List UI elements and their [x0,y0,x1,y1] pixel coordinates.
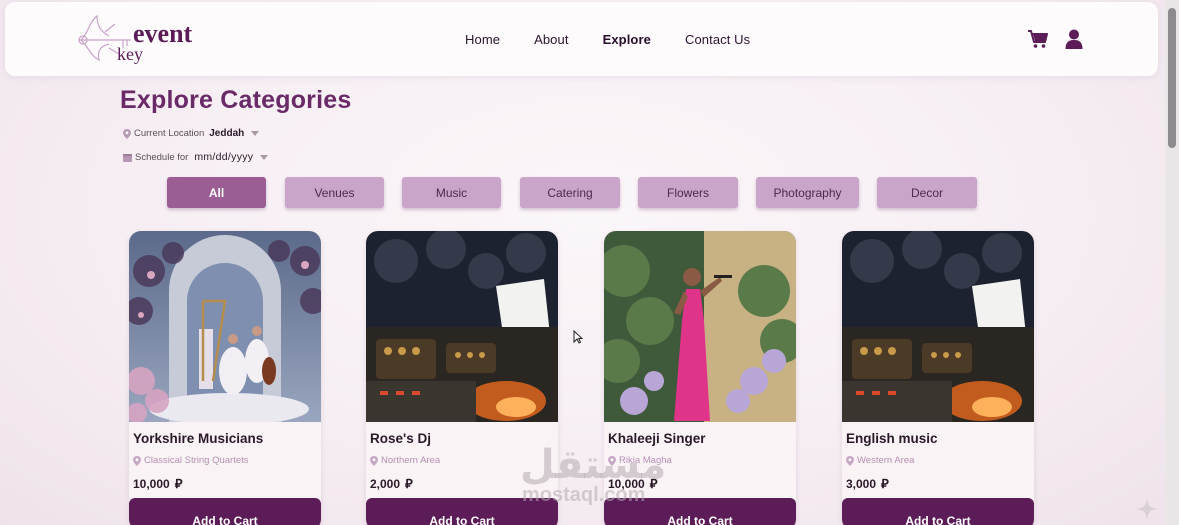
tab-all[interactable]: All [167,177,266,208]
schedule-label: Schedule for [135,151,189,163]
tab-photography[interactable]: Photography [756,177,859,208]
schedule-date-value[interactable]: mm/dd/yyyy [194,151,253,163]
category-tabs: All Venues Music Catering Flowers Photog… [0,177,1179,209]
card-area: Western Area [846,455,914,466]
card-price: 3,000 ⃁ [846,475,889,492]
header-actions [1027,28,1085,50]
nav-home[interactable]: Home [465,32,500,47]
location-pin-icon [370,455,378,466]
add-to-cart-button[interactable]: Add to Cart [842,498,1034,525]
card-area: Northern Area [370,455,440,466]
cart-icon[interactable] [1027,28,1049,50]
string-quartet-photo [129,231,321,422]
dj-mixer-photo [842,231,1034,422]
location-pin-icon [133,455,141,466]
card-price-value: 2,000 [370,476,401,491]
nav-explore[interactable]: Explore [603,32,651,47]
page-scrollbar[interactable] [1165,0,1179,525]
card-price: 2,000 ⃁ [370,475,413,492]
card-area-text: Classical String Quartets [144,455,249,466]
card-area: Classical String Quartets [133,455,249,466]
page-title: Explore Categories [120,86,352,114]
chevron-down-icon [251,131,260,136]
calendar-icon [123,153,132,162]
location-pin-icon [846,455,854,466]
riyal-currency-icon: ⃁ [405,476,413,491]
tab-venues[interactable]: Venues [285,177,384,208]
location-pin-icon [123,128,131,139]
tab-catering[interactable]: Catering [520,177,620,208]
riyal-currency-icon: ⃁ [174,476,183,491]
nav-contact-us[interactable]: Contact Us [685,32,750,47]
card-price-value: 3,000 [846,476,877,491]
location-label: Current Location [134,128,205,139]
tab-music[interactable]: Music [402,177,501,208]
watermark-latin: mostaql.com [522,484,646,506]
card-title[interactable]: English music [846,431,938,446]
user-icon[interactable] [1063,28,1085,50]
sparkle-icon [1136,498,1158,520]
dj-mixer-photo [366,231,558,422]
card-area-text: Western Area [857,455,915,466]
mostaql-watermark: مستقل mostaql.com [520,445,666,505]
schedule-date-picker[interactable]: Schedule for mm/dd/yyyy [123,151,269,163]
location-value: Jeddah [209,128,245,139]
chevron-down-icon [260,154,269,160]
main-nav: Home About Explore Contact Us [465,2,750,76]
location-selector[interactable]: Current Location Jeddah [123,128,260,139]
card-area-text: Northern Area [381,455,441,466]
scrollbar-thumb[interactable] [1168,8,1176,148]
card-price-value: 10,000 [133,476,170,491]
tab-flowers[interactable]: Flowers [638,177,738,208]
svg-text:key: key [117,44,143,64]
nav-about[interactable]: About [534,32,568,47]
card-title[interactable]: Yorkshire Musicians [133,431,263,446]
watermark-arabic: مستقل [520,443,667,487]
tab-decor[interactable]: Decor [877,177,977,208]
mouse-cursor-icon [573,330,583,344]
add-to-cart-button[interactable]: Add to Cart [129,498,321,525]
riyal-currency-icon: ⃁ [881,476,889,491]
service-card[interactable]: Yorkshire Musicians Classical String Qua… [129,231,321,525]
service-card[interactable]: English music Western Area 3,000 ⃁ Add t… [842,231,1034,525]
site-header: event key Home About Explore Contact Us [5,2,1158,76]
event-key-logo[interactable]: event key [75,10,205,70]
card-title[interactable]: Rose's Dj [370,431,431,446]
singer-photo [604,231,796,422]
card-price: 10,000 ⃁ [133,475,182,492]
